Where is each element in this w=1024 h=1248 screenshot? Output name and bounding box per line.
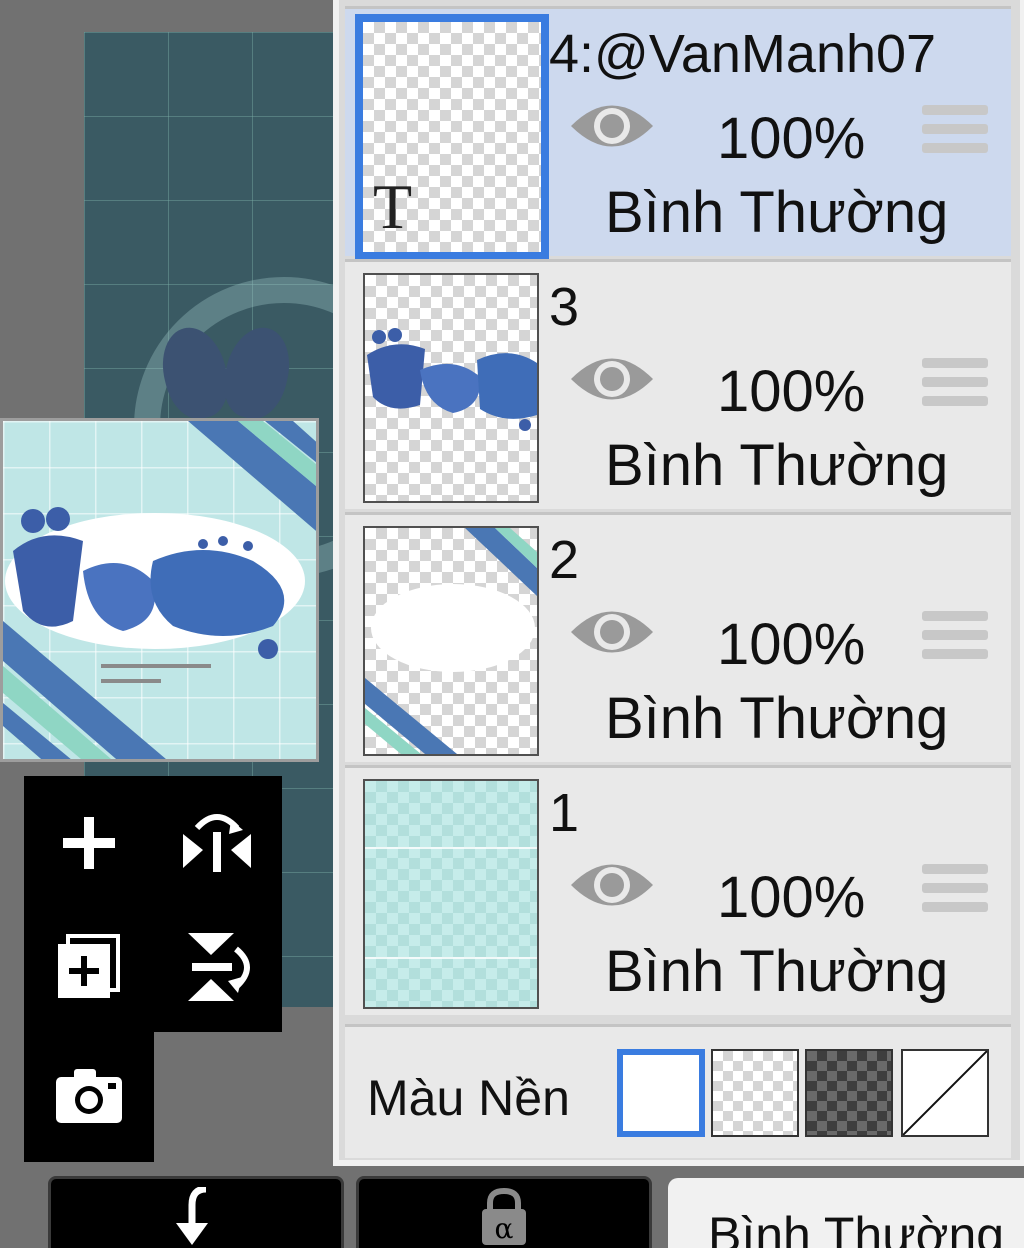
blend-mode-value: Bình Thường — [708, 1207, 1005, 1248]
duplicate-layer-button[interactable] — [34, 912, 144, 1022]
transparent-swatch[interactable] — [711, 1049, 799, 1137]
layer-thumbnail-art — [365, 847, 537, 959]
layer-name: 2 — [549, 530, 580, 590]
flip-horizontal-icon — [183, 814, 251, 872]
layer-row-3[interactable]: 3 100% Bình Thường — [345, 259, 1011, 509]
layer-thumbnail — [363, 779, 539, 1009]
drag-handle-icon[interactable] — [922, 611, 988, 667]
layer-blend-mode: Bình Thường — [605, 939, 949, 1004]
layer-thumbnail-art — [365, 528, 537, 754]
duplicate-layer-icon — [58, 934, 120, 998]
visibility-eye-icon[interactable] — [567, 601, 657, 663]
text-layer-icon: T — [373, 171, 413, 242]
layer-opacity[interactable]: 100% — [717, 864, 865, 931]
canvas-preview[interactable] — [0, 418, 319, 762]
background-color-label: Màu Nền — [367, 1070, 570, 1126]
none-swatch[interactable] — [901, 1049, 989, 1137]
layer-blend-mode: Bình Thường — [605, 433, 949, 498]
dark-checker-swatch[interactable] — [805, 1049, 893, 1137]
camera-icon — [56, 1069, 122, 1123]
white-swatch[interactable] — [617, 1049, 705, 1137]
drag-handle-icon[interactable] — [922, 864, 988, 920]
svg-text:α: α — [495, 1212, 514, 1245]
layer-opacity[interactable]: 100% — [717, 358, 865, 425]
none-diagonal-icon — [902, 1050, 988, 1136]
flip-horizontal-button[interactable] — [162, 788, 272, 898]
layer-thumbnail-art — [367, 328, 537, 431]
layer-opacity[interactable]: 100% — [717, 611, 865, 678]
preview-artwork — [3, 421, 316, 759]
layer-thumbnail — [363, 273, 539, 503]
layer-name: 4:@VanManh07 — [549, 24, 937, 84]
layer-row-4[interactable]: T 4:@VanManh07 100% Bình Thường — [345, 6, 1011, 260]
import-photo-button[interactable] — [34, 1040, 144, 1150]
visibility-eye-icon[interactable] — [567, 95, 657, 157]
layer-name: 1 — [549, 783, 580, 843]
flip-vertical-icon — [188, 933, 250, 1001]
layer-thumbnail — [363, 526, 539, 756]
add-layer-button[interactable] — [34, 788, 144, 898]
layer-panel: T 4:@VanManh07 100% Bình Thường 3 100% B… — [333, 0, 1024, 1166]
layer-blend-mode: Bình Thường — [605, 686, 949, 751]
layer-thumbnail: T — [355, 14, 549, 260]
layer-row-1[interactable]: 1 100% Bình Thường — [345, 765, 1011, 1015]
alpha-lock-button[interactable]: α — [356, 1176, 652, 1248]
alpha-lock-icon: α — [482, 1187, 526, 1245]
visibility-eye-icon[interactable] — [567, 854, 657, 916]
undo-button[interactable] — [48, 1176, 344, 1248]
drag-handle-icon[interactable] — [922, 105, 988, 161]
add-layer-icon — [63, 817, 115, 869]
layer-toolbox — [24, 776, 282, 1032]
layer-toolbox-extension — [24, 1030, 154, 1162]
layer-blend-mode: Bình Thường — [605, 180, 949, 245]
flip-vertical-button[interactable] — [162, 912, 272, 1022]
drag-handle-icon[interactable] — [922, 358, 988, 414]
blend-mode-select[interactable]: Bình Thường — [668, 1178, 1024, 1248]
layer-opacity[interactable]: 100% — [717, 105, 865, 172]
undo-arrow-icon — [176, 1187, 208, 1245]
visibility-eye-icon[interactable] — [567, 348, 657, 410]
layer-row-2[interactable]: 2 100% Bình Thường — [345, 512, 1011, 762]
background-color-row: Màu Nền — [345, 1024, 1011, 1158]
layer-name: 3 — [549, 277, 580, 337]
